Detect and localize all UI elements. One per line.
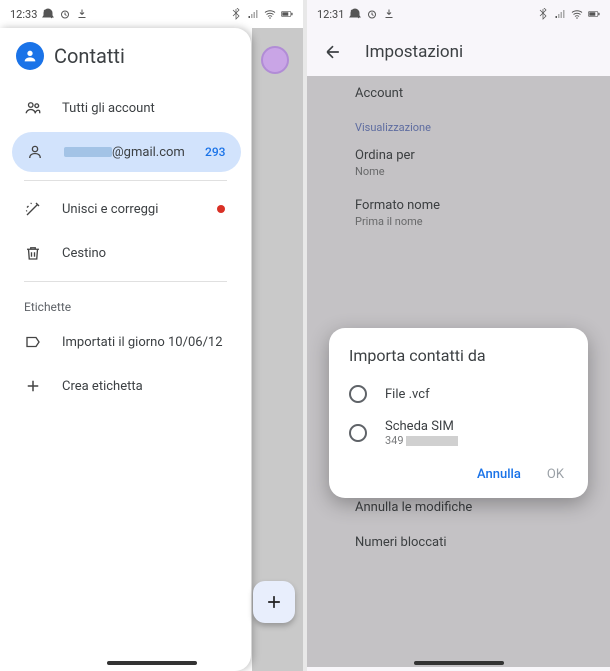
bluetooth-icon bbox=[230, 8, 242, 20]
merge-fix-item[interactable]: Unisci e correggi bbox=[0, 189, 241, 229]
wifi-icon bbox=[264, 8, 276, 20]
account-email: @gmail.com bbox=[64, 145, 185, 160]
divider bbox=[24, 281, 227, 282]
drawer-backdrop bbox=[252, 28, 304, 671]
cancel-button[interactable]: Annulla bbox=[477, 467, 521, 482]
all-accounts-item[interactable]: Tutti gli account bbox=[0, 88, 241, 128]
gesture-bar bbox=[107, 661, 197, 665]
person-icon bbox=[26, 143, 44, 161]
radio-icon bbox=[349, 385, 367, 403]
clock: 12:31 bbox=[317, 8, 344, 21]
all-accounts-label: Tutti gli account bbox=[62, 101, 225, 116]
option-sim-label: Scheda SIM bbox=[385, 419, 458, 434]
dialog-title: Importa contatti da bbox=[329, 346, 588, 377]
create-label-item[interactable]: Crea etichetta bbox=[0, 366, 241, 406]
alarm-icon bbox=[366, 8, 378, 20]
battery-icon bbox=[281, 8, 293, 20]
phone-right-settings: 12:31 Impostazioni Account Visualizzazio… bbox=[307, 0, 610, 671]
contacts-app-icon bbox=[16, 42, 44, 70]
phone-left-drawer: 12:33 Contatti Tutti gli account @gmail. bbox=[0, 0, 303, 671]
bluetooth-icon bbox=[537, 8, 549, 20]
trash-label: Cestino bbox=[62, 246, 225, 261]
statusbar: 12:33 bbox=[0, 0, 303, 28]
labels-section-title: Etichette bbox=[0, 288, 251, 320]
merge-fix-label: Unisci e correggi bbox=[62, 202, 197, 217]
statusbar: 12:31 bbox=[307, 0, 610, 28]
dnd-icon bbox=[42, 8, 54, 20]
fab-add[interactable] bbox=[253, 581, 295, 623]
drawer-header: Contatti bbox=[0, 28, 251, 86]
plus-icon bbox=[264, 592, 284, 612]
option-sim-sub: 349 bbox=[385, 434, 458, 447]
account-item[interactable]: @gmail.com 293 bbox=[12, 132, 241, 172]
account-count: 293 bbox=[205, 145, 225, 159]
trash-icon bbox=[24, 244, 42, 262]
magic-wand-icon bbox=[24, 200, 42, 218]
gesture-bar bbox=[414, 661, 504, 665]
signal-icon bbox=[554, 8, 566, 20]
divider bbox=[24, 180, 227, 181]
alarm-icon bbox=[59, 8, 71, 20]
back-arrow-icon[interactable] bbox=[323, 42, 343, 62]
create-label-text: Crea etichetta bbox=[62, 379, 225, 394]
navigation-drawer: Contatti Tutti gli account @gmail.com 29… bbox=[0, 28, 251, 671]
battery-icon bbox=[588, 8, 600, 20]
dialog-actions: Annulla OK bbox=[329, 455, 588, 490]
profile-avatar-behind bbox=[261, 46, 289, 74]
ok-button[interactable]: OK bbox=[547, 467, 564, 482]
imported-label-text: Importati il giorno 10/06/12 bbox=[62, 335, 225, 350]
notification-dot bbox=[217, 205, 225, 213]
clock: 12:33 bbox=[10, 8, 37, 21]
label-icon bbox=[24, 333, 42, 351]
radio-icon bbox=[349, 424, 367, 442]
drawer-title: Contatti bbox=[54, 44, 125, 68]
imported-label-item[interactable]: Importati il giorno 10/06/12 bbox=[0, 322, 241, 362]
settings-body: Account Visualizzazione Ordina per Nome … bbox=[307, 76, 610, 667]
import-dialog: Importa contatti da File .vcf Scheda SIM… bbox=[329, 328, 588, 498]
dnd-icon bbox=[349, 8, 361, 20]
settings-title: Impostazioni bbox=[365, 42, 463, 62]
settings-header: Impostazioni bbox=[307, 28, 610, 76]
wifi-icon bbox=[571, 8, 583, 20]
option-vcf-label: File .vcf bbox=[385, 387, 430, 402]
signal-icon bbox=[247, 8, 259, 20]
plus-icon bbox=[24, 377, 42, 395]
download-icon bbox=[383, 8, 395, 20]
option-vcf[interactable]: File .vcf bbox=[329, 377, 588, 411]
people-icon bbox=[24, 99, 42, 117]
download-icon bbox=[76, 8, 88, 20]
option-sim[interactable]: Scheda SIM 349 bbox=[329, 411, 588, 455]
trash-item[interactable]: Cestino bbox=[0, 233, 241, 273]
